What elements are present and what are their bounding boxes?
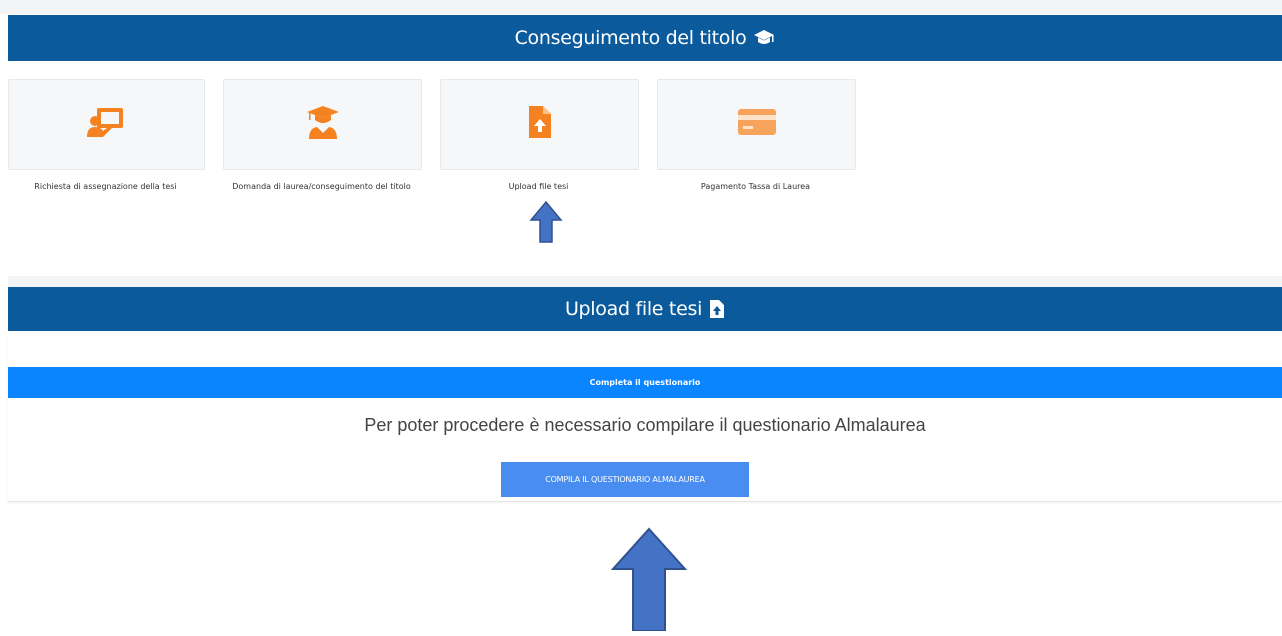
- questionnaire-bar: Completa il questionario: [8, 367, 1282, 398]
- arrow-up-indicator-large: [610, 527, 688, 636]
- tile-upload-thesis[interactable]: [440, 79, 639, 170]
- compile-questionnaire-button[interactable]: COMPILA IL QUESTIONARIO ALMALAUREA: [501, 462, 749, 497]
- file-upload-icon: [527, 105, 553, 144]
- section-header: Conseguimento del titolo: [8, 15, 1282, 61]
- section-title: Conseguimento del titolo: [514, 27, 747, 49]
- questionnaire-message: Per poter procedere è necessario compila…: [364, 415, 926, 435]
- separator: [8, 276, 1282, 287]
- top-strip: [0, 0, 1282, 14]
- tile-thesis-assignment[interactable]: [8, 79, 205, 170]
- tile-graduation-application[interactable]: [223, 79, 422, 170]
- graduate-icon: [305, 104, 341, 145]
- questionnaire-card: Completa il questionario Per poter proce…: [8, 331, 1282, 502]
- file-upload-icon: [709, 299, 725, 319]
- arrow-up-indicator: [529, 200, 563, 249]
- upload-header: Upload file tesi: [8, 287, 1282, 331]
- tile-label: Upload file tesi: [508, 182, 569, 191]
- tile-label: Domanda di laurea/conseguimento del tito…: [232, 182, 411, 191]
- tile-label: Pagamento Tassa di Laurea: [700, 182, 811, 191]
- tile-graduation-fee[interactable]: [657, 79, 856, 170]
- graduation-cap-icon: [753, 29, 775, 47]
- upload-title: Upload file tesi: [564, 298, 703, 320]
- teacher-board-icon: [85, 105, 129, 144]
- tile-label: Richiesta di assegnazione della tesi: [34, 182, 177, 191]
- credit-card-icon: [737, 107, 777, 142]
